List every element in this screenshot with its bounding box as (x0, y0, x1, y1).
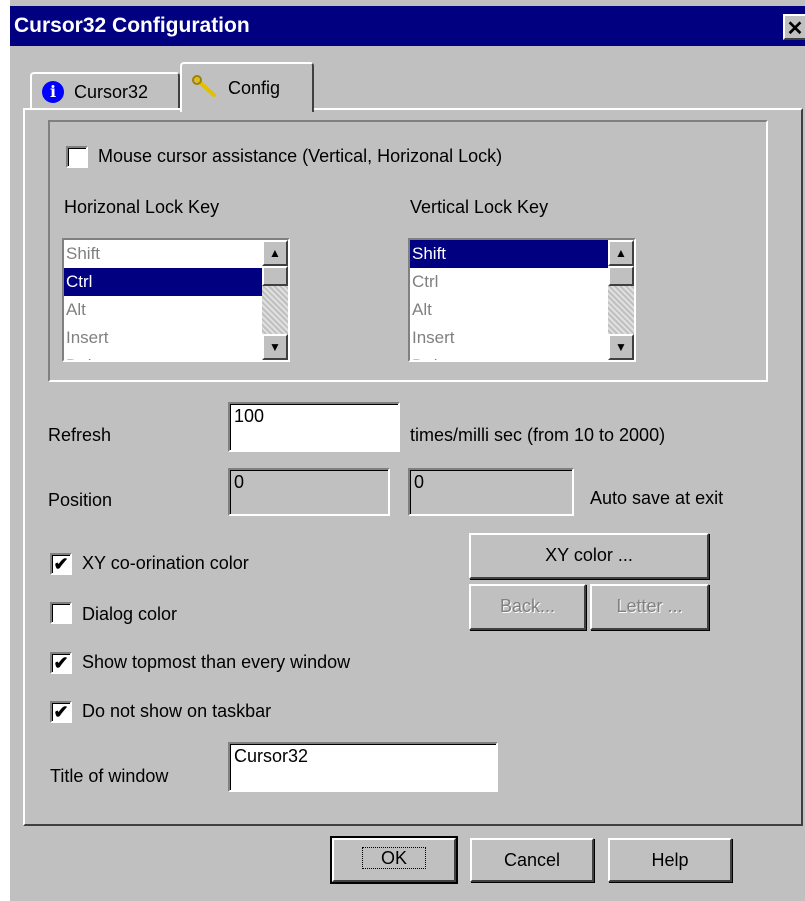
position-y-field: 0 (408, 468, 574, 516)
list-item[interactable]: Alt (410, 296, 608, 324)
window-title: Cursor32 Configuration (14, 14, 250, 37)
config-dialog: Cursor32 Configuration ✕ i Cursor32 Conf… (0, 0, 805, 901)
list-item[interactable]: Delete (64, 352, 262, 360)
window-title-input[interactable]: Cursor32 (228, 742, 498, 792)
dialog-color-checkbox[interactable] (50, 602, 72, 624)
no-taskbar-checkbox-label: Do not show on taskbar (82, 701, 272, 721)
scroll-down-icon[interactable]: ▼ (262, 334, 288, 360)
refresh-label: Refresh (48, 425, 112, 445)
refresh-unit-label: times/milli sec (from 10 to 2000) (410, 425, 666, 445)
cancel-button[interactable]: Cancel (470, 838, 594, 882)
ok-button-label: OK (361, 847, 426, 869)
vertical-list-scrollbar[interactable]: ▲ ▼ (608, 240, 634, 360)
list-item[interactable]: Ctrl (64, 268, 262, 296)
refresh-input[interactable]: 100 (228, 402, 400, 452)
left-edge (0, 0, 10, 901)
window-title-label: Title of window (50, 766, 169, 786)
xy-color-checkbox[interactable]: ✔ (50, 553, 72, 575)
title-bar[interactable]: Cursor32 Configuration ✕ (10, 6, 805, 46)
scroll-up-icon[interactable]: ▲ (608, 240, 634, 266)
assist-checkbox-label: Mouse cursor assistance (Vertical, Horiz… (98, 146, 503, 166)
no-taskbar-checkbox[interactable]: ✔ (50, 701, 72, 723)
list-item[interactable]: Shift (410, 240, 608, 268)
vertical-lock-label: Vertical Lock Key (410, 197, 549, 217)
scroll-up-icon[interactable]: ▲ (262, 240, 288, 266)
auto-save-label: Auto save at exit (590, 488, 724, 508)
list-item[interactable]: Insert (410, 324, 608, 352)
close-button[interactable]: ✕ (783, 14, 805, 40)
position-x-field: 0 (228, 468, 390, 516)
tab-cursor32-label: Cursor32 (74, 81, 149, 102)
wrench-icon (192, 75, 216, 97)
dialog-color-checkbox-label: Dialog color (82, 604, 178, 624)
close-icon: ✕ (786, 18, 804, 40)
list-item[interactable]: Insert (64, 324, 262, 352)
scroll-thumb[interactable] (608, 266, 634, 286)
horizontal-list-scrollbar[interactable]: ▲ ▼ (262, 240, 288, 360)
topmost-checkbox-label: Show topmost than every window (82, 652, 351, 672)
back-color-button: Back... (469, 584, 586, 630)
tab-cursor32[interactable]: i Cursor32 (30, 72, 180, 110)
horizontal-lock-label: Horizonal Lock Key (64, 197, 220, 217)
info-icon: i (42, 81, 64, 103)
list-item[interactable]: Alt (64, 296, 262, 324)
help-button[interactable]: Help (608, 838, 732, 882)
topmost-checkbox[interactable]: ✔ (50, 652, 72, 674)
scroll-down-icon[interactable]: ▼ (608, 334, 634, 360)
assist-checkbox[interactable] (66, 146, 88, 168)
horizontal-lock-listbox[interactable]: Shift Ctrl Alt Insert Delete ▲ ▼ (62, 238, 290, 362)
ok-button[interactable]: OK (330, 836, 458, 884)
list-item[interactable]: Delete (410, 352, 608, 360)
tab-config[interactable]: Config (180, 62, 314, 112)
scroll-thumb[interactable] (262, 266, 288, 286)
list-item[interactable]: Ctrl (410, 268, 608, 296)
xy-color-checkbox-label: XY co-orination color (82, 553, 249, 573)
letter-color-button: Letter ... (590, 584, 709, 630)
position-label: Position (48, 490, 113, 510)
xy-color-button[interactable]: XY color ... (469, 533, 709, 579)
list-item[interactable]: Shift (64, 240, 262, 268)
tab-config-label: Config (228, 77, 281, 98)
vertical-lock-listbox[interactable]: Shift Ctrl Alt Insert Delete ▲ ▼ (408, 238, 636, 362)
